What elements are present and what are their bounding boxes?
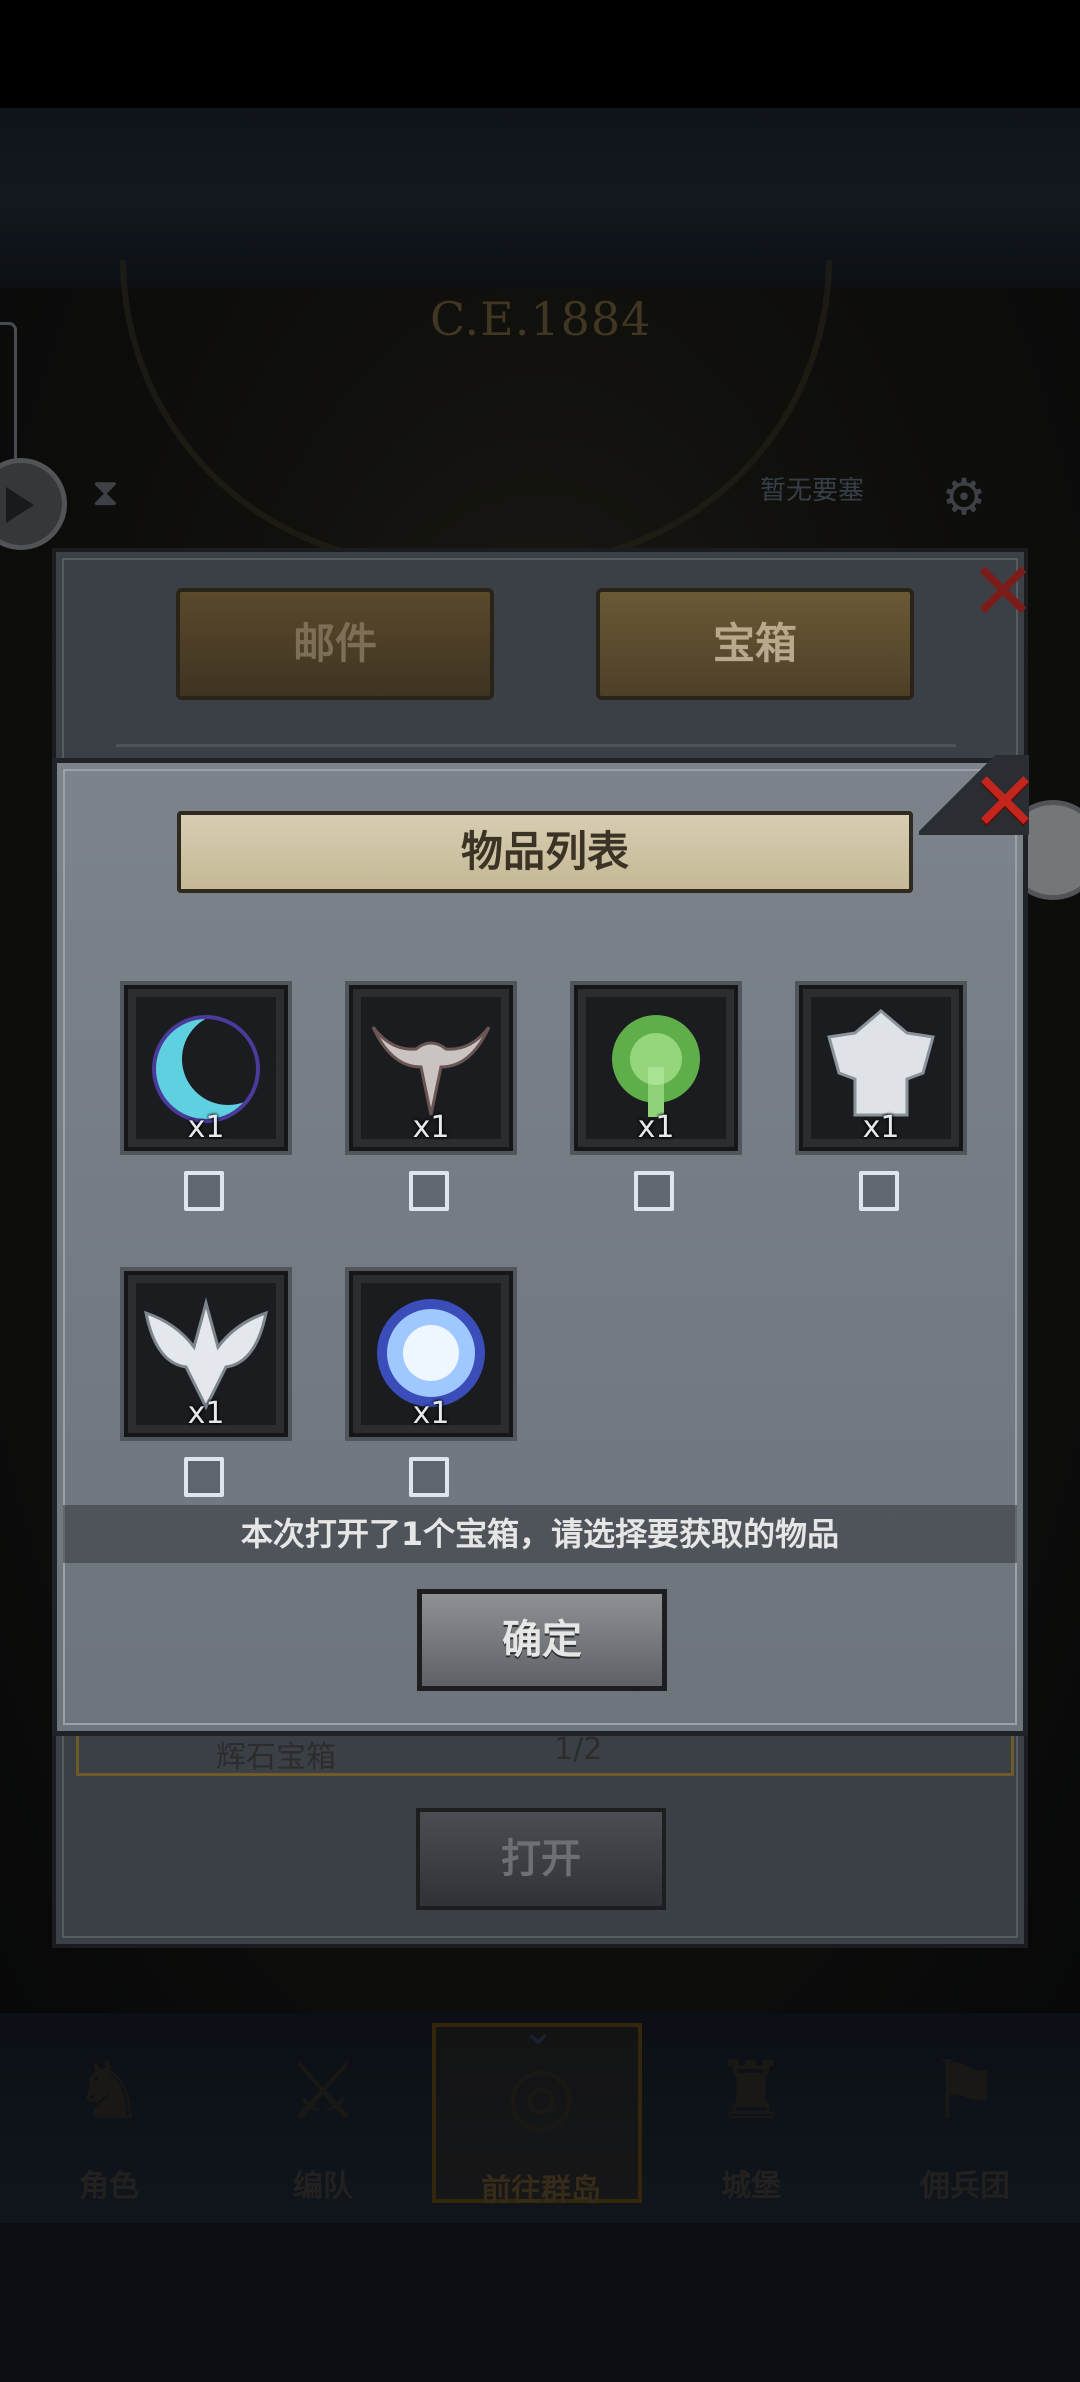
hint-text: 本次打开了1个宝箱，请选择要获取的物品 [240, 1515, 840, 1553]
item-quantity: x1 [412, 1110, 450, 1145]
tab-chest[interactable]: 宝箱 [596, 588, 914, 700]
item-checkbox[interactable] [184, 1171, 224, 1211]
item-checkbox[interactable] [409, 1171, 449, 1211]
item-quantity: x1 [187, 1110, 225, 1145]
item-checkbox[interactable] [184, 1457, 224, 1497]
item-slot[interactable]: x1 [124, 985, 288, 1151]
item-slot[interactable]: x1 [349, 1271, 513, 1437]
item-quantity: x1 [862, 1110, 900, 1145]
row-title: 辉石宝箱 [216, 1740, 336, 1775]
item-quantity: x1 [637, 1110, 675, 1145]
bottom-black [0, 2223, 1080, 2382]
item-slot[interactable]: x1 [799, 985, 963, 1151]
item-slot[interactable]: x1 [574, 985, 738, 1151]
item-quantity: x1 [412, 1396, 450, 1431]
dialog-title: 物品列表 [177, 811, 913, 893]
item-checkbox[interactable] [634, 1171, 674, 1211]
hint-bar: 本次打开了1个宝箱，请选择要获取的物品 [63, 1505, 1017, 1563]
item-checkbox[interactable] [409, 1457, 449, 1497]
row-count: 1/2 [554, 1732, 603, 1767]
open-button[interactable]: 打开 [416, 1808, 666, 1910]
item-slot[interactable]: x1 [124, 1271, 288, 1437]
item-quantity: x1 [187, 1396, 225, 1431]
close-icon[interactable]: ✕ [957, 755, 1053, 851]
status-bar-area [0, 0, 1080, 108]
panel-frame [63, 769, 1017, 1725]
close-icon[interactable]: ✕ [958, 547, 1048, 637]
confirm-button[interactable]: 确定 [417, 1589, 667, 1691]
item-list-dialog: ✕ 物品列表 x1 x1 x1 x1 x1 x1 本次打开了1个宝箱，请选择要获… [52, 755, 1039, 1736]
divider [116, 744, 956, 747]
tab-mail[interactable]: 邮件 [176, 588, 494, 700]
item-slot[interactable]: x1 [349, 985, 513, 1151]
item-checkbox[interactable] [859, 1171, 899, 1211]
